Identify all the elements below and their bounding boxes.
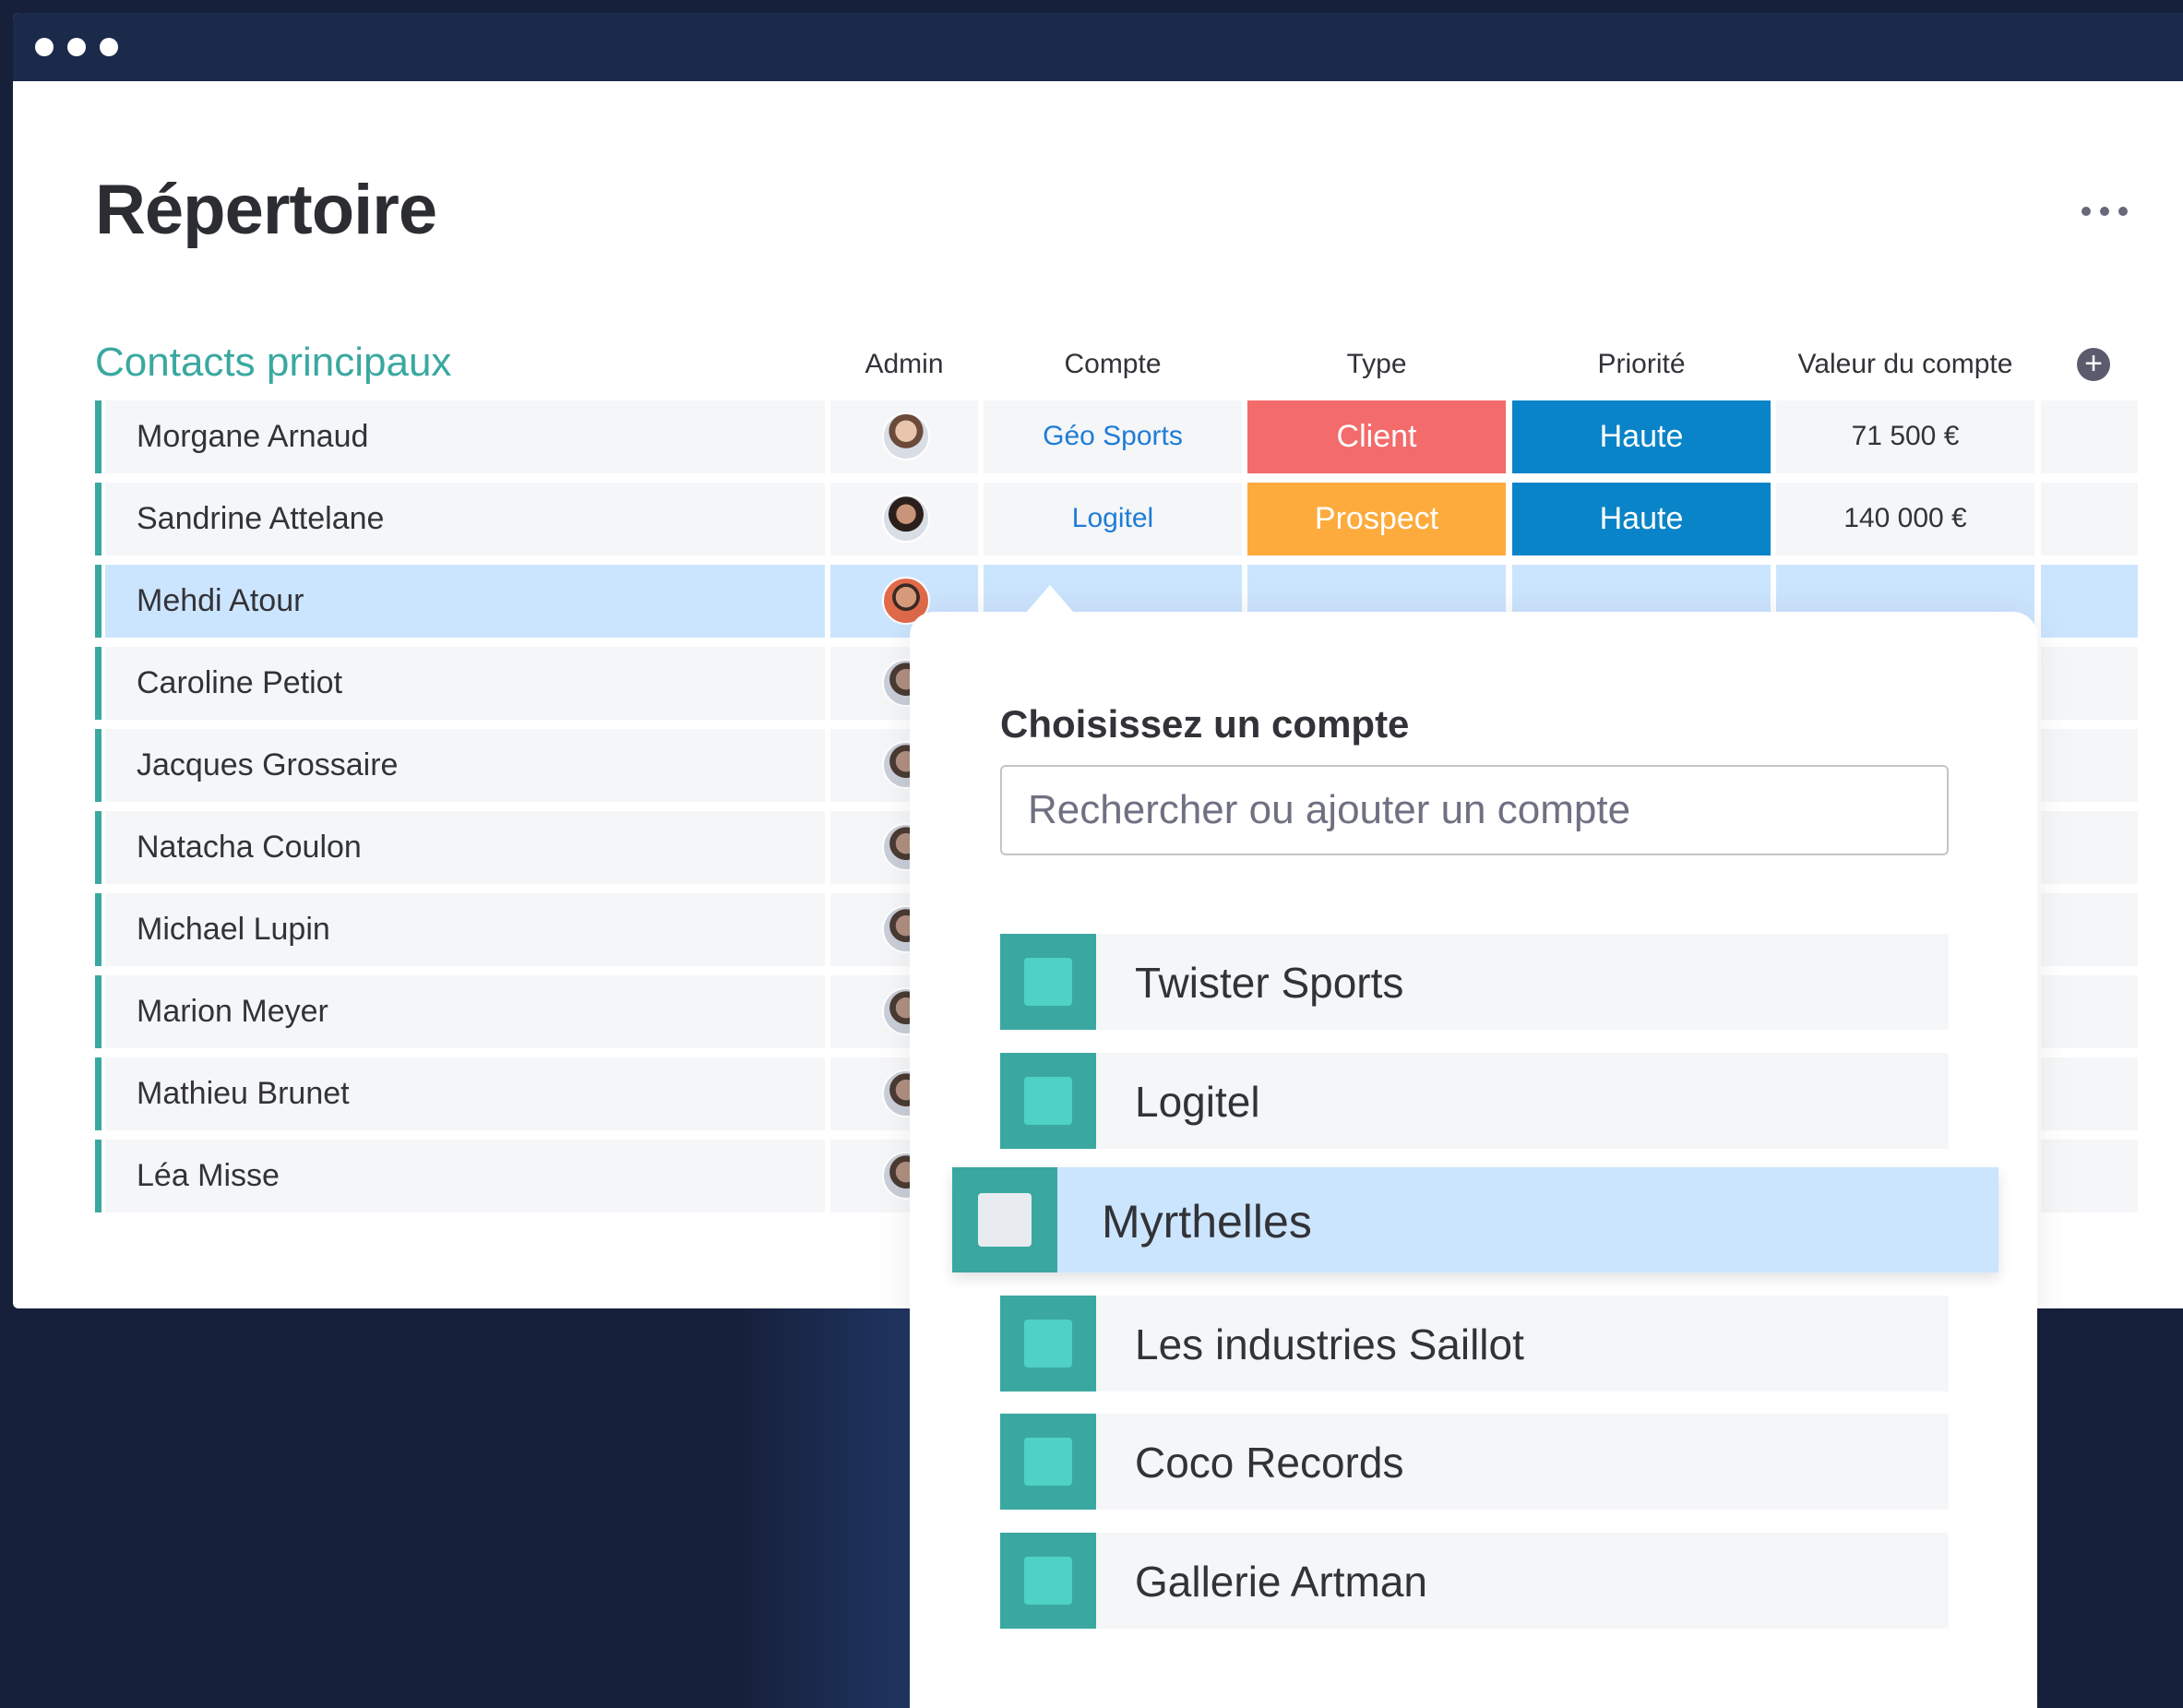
column-header-admin[interactable]: Admin (830, 349, 978, 386)
priority-label[interactable]: Haute (1512, 483, 1771, 555)
column-header-type[interactable]: Type (1247, 349, 1506, 386)
dropdown-title: Choisissez un compte (1000, 702, 1410, 746)
priority-label[interactable]: Haute (1512, 400, 1771, 473)
group-color-bar (95, 400, 101, 473)
column-header-compte[interactable]: Compte (984, 349, 1242, 386)
page-title: Répertoire (95, 171, 437, 249)
contact-name: Michael Lupin (137, 912, 330, 947)
compte-link[interactable]: Géo Sports (984, 421, 1242, 452)
window-dot-icon (67, 38, 86, 56)
option-color-swatch (1000, 934, 1096, 1030)
contact-name: Jacques Grossaire (137, 747, 399, 782)
window-dot-icon (100, 38, 118, 56)
window-titlebar (13, 13, 2183, 81)
option-color-swatch (1000, 1414, 1096, 1510)
contact-name: Caroline Petiot (137, 665, 343, 700)
avatar[interactable] (882, 412, 930, 460)
option-color-swatch (1000, 1533, 1096, 1629)
account-option[interactable]: Coco Records (1000, 1414, 1949, 1510)
column-header-priorite[interactable]: Priorité (1512, 349, 1771, 386)
account-option[interactable]: Gallerie Artman (1000, 1533, 1949, 1629)
account-value: 140 000 € (1843, 503, 1967, 533)
group-color-bar (95, 565, 101, 638)
window-dot-icon (35, 38, 54, 56)
add-column-plus-icon[interactable]: + (2077, 348, 2110, 381)
type-label[interactable]: Client (1247, 400, 1506, 473)
contact-name: Sandrine Attelane (137, 501, 385, 536)
account-option-highlighted[interactable]: Myrthelles (952, 1167, 1998, 1272)
table-row[interactable]: Morgane Arnaud Géo Sports Client Haute 7… (95, 400, 2138, 473)
option-color-swatch (1000, 1053, 1096, 1149)
contact-name: Léa Misse (137, 1158, 280, 1193)
type-label[interactable]: Prospect (1247, 483, 1506, 555)
contact-name: Mathieu Brunet (137, 1076, 350, 1111)
option-color-swatch (1000, 1296, 1096, 1391)
avatar[interactable] (882, 495, 930, 543)
column-header-valeur[interactable]: Valeur du compte (1776, 349, 2034, 386)
compte-link[interactable]: Logitel (984, 503, 1242, 534)
contact-name: Morgane Arnaud (137, 419, 369, 454)
group-color-bar (95, 483, 101, 555)
table-row[interactable]: Sandrine Attelane Logitel Prospect Haute… (95, 483, 2138, 555)
contact-name: Natacha Coulon (137, 830, 362, 865)
contact-name: Mehdi Atour (137, 583, 304, 618)
account-search-input[interactable] (1000, 765, 1949, 855)
empty-cell[interactable] (2041, 483, 2138, 555)
group-title[interactable]: Contacts principaux (95, 340, 451, 386)
dropdown-pointer (1026, 585, 1074, 613)
account-option[interactable]: Logitel (1000, 1053, 1949, 1149)
empty-cell[interactable] (2041, 400, 2138, 473)
account-option[interactable]: Twister Sports (1000, 934, 1949, 1030)
account-picker-dropdown: Choisissez un compte Twister Sports Logi… (910, 612, 2037, 1708)
option-color-swatch (952, 1167, 1057, 1272)
more-horizontal-icon[interactable] (2078, 194, 2133, 231)
account-option[interactable]: Les industries Saillot (1000, 1296, 1949, 1391)
contact-name: Marion Meyer (137, 994, 328, 1029)
account-value: 71 500 € (1851, 421, 1960, 451)
